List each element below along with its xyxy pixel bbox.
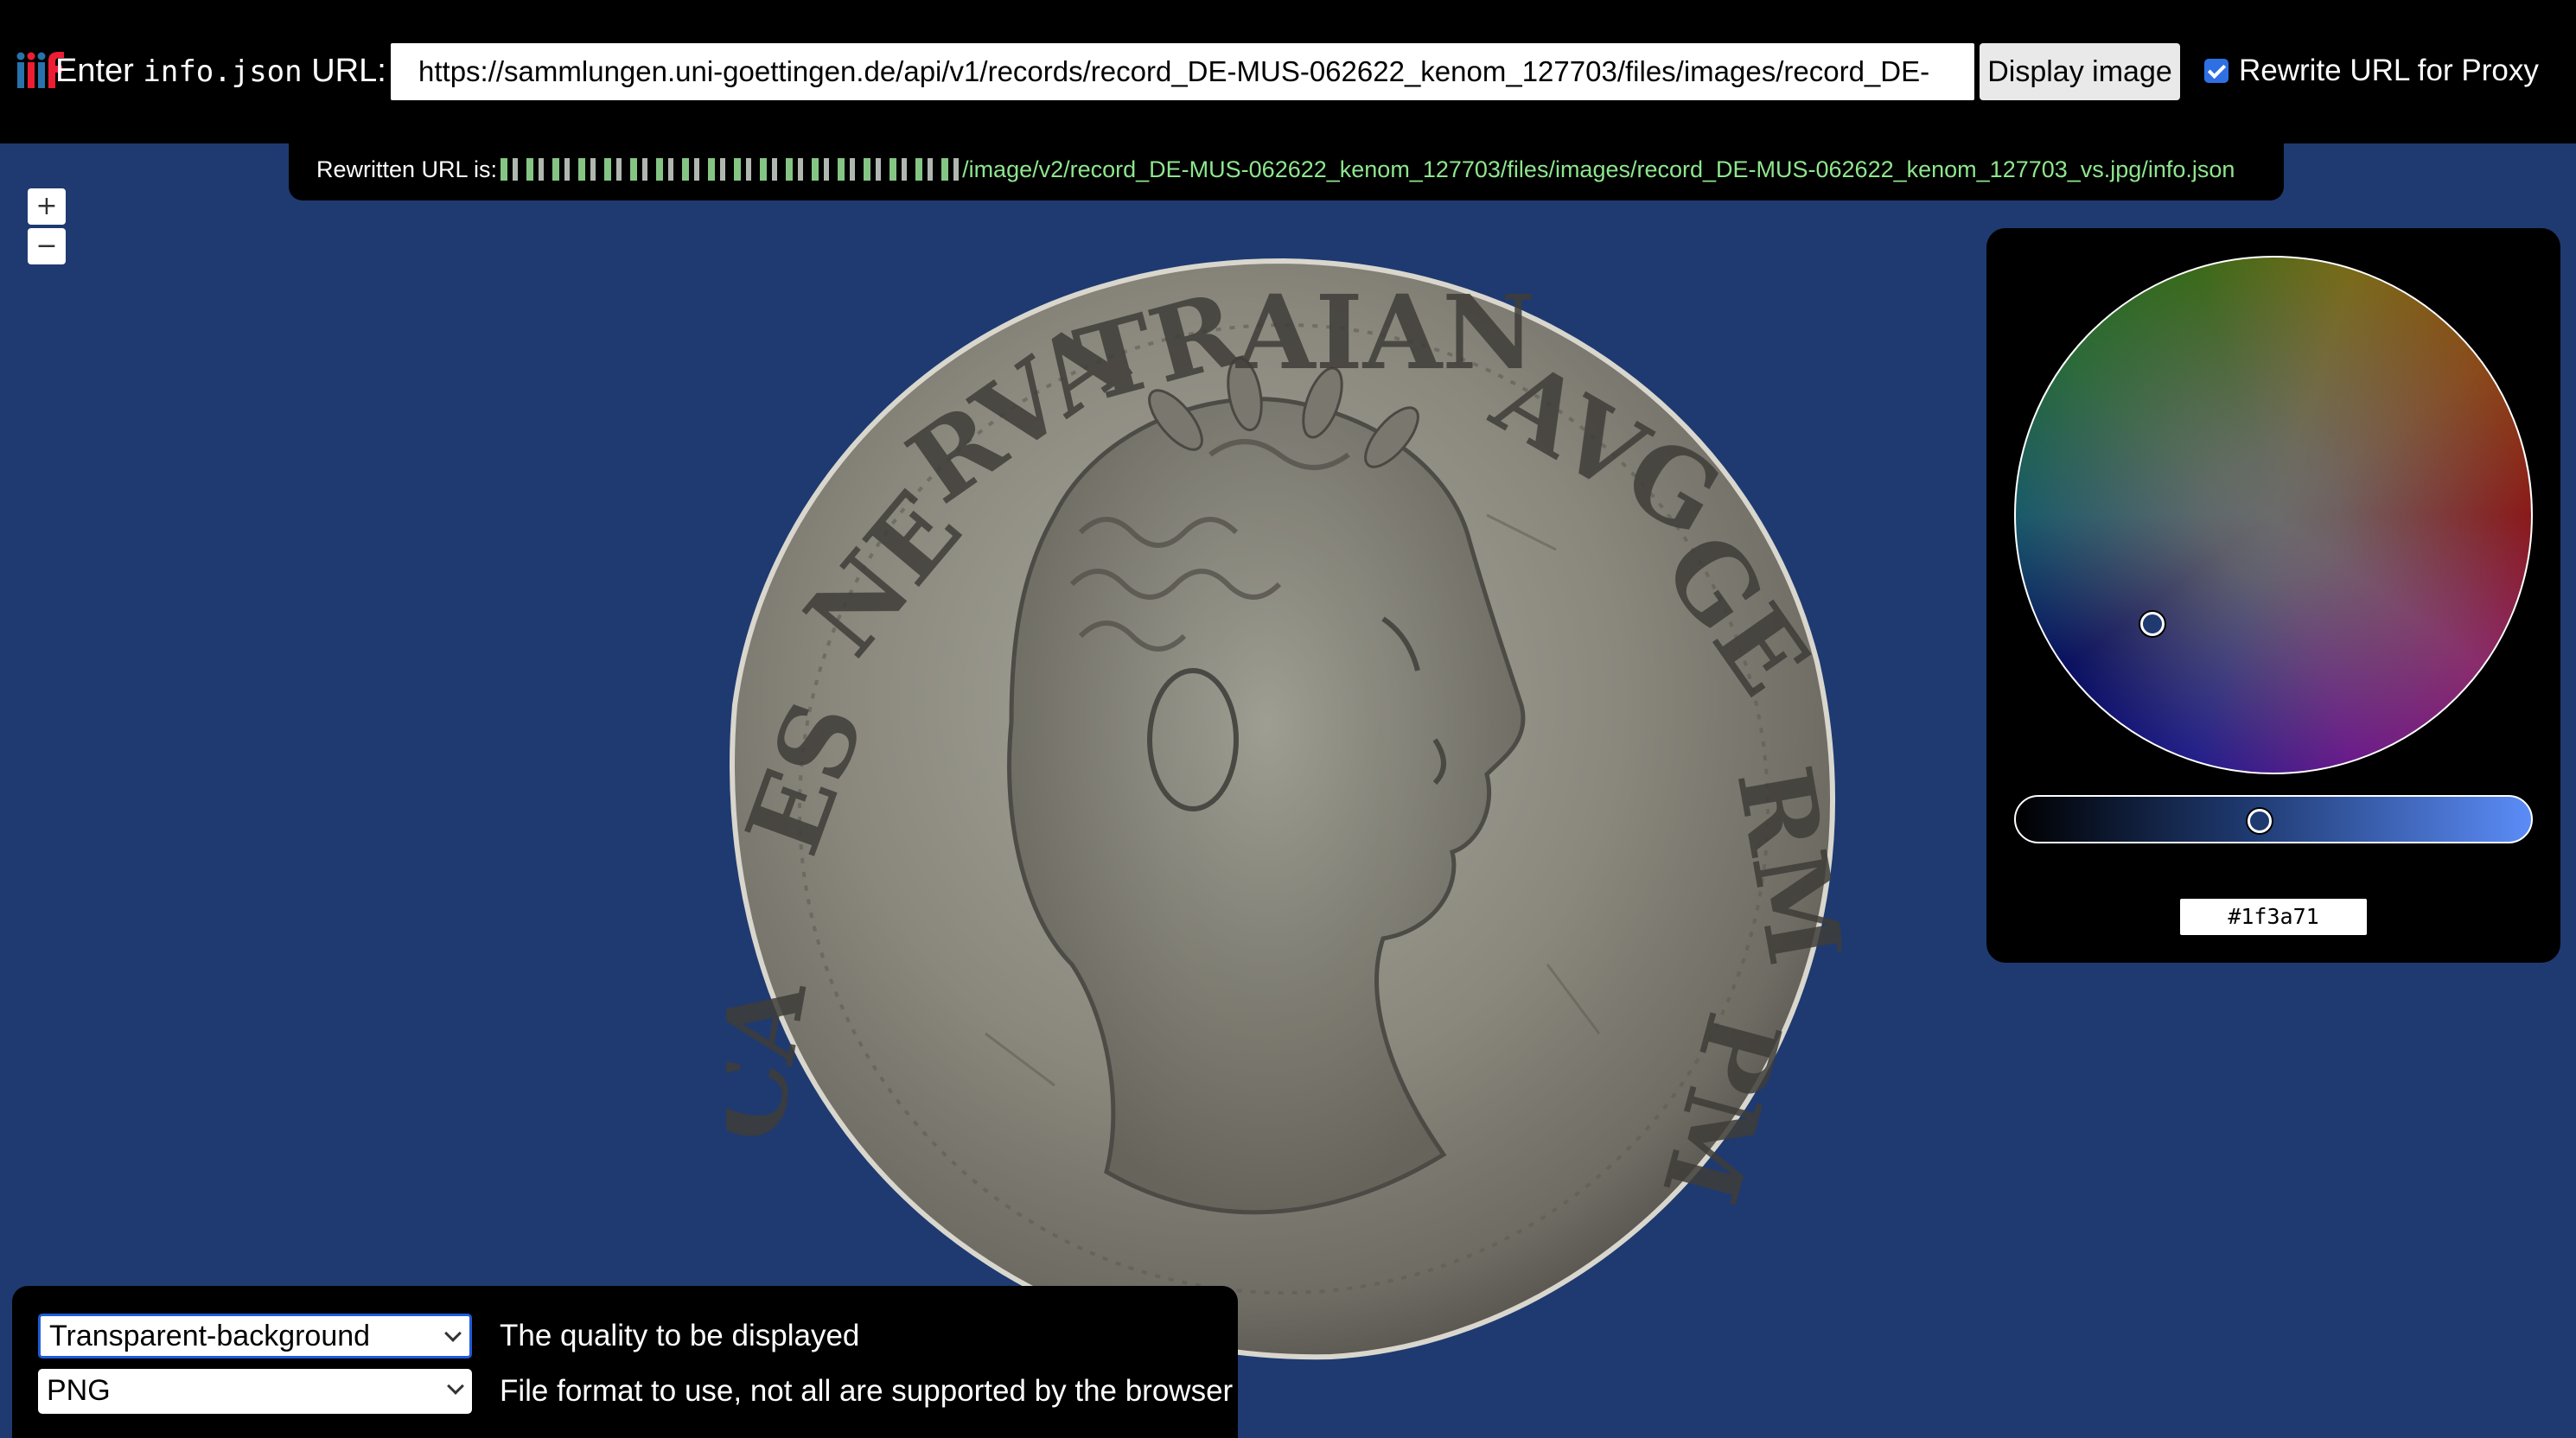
- quality-select[interactable]: Transparent-background: [38, 1314, 472, 1358]
- rewrite-proxy-checkbox[interactable]: [2204, 59, 2228, 83]
- color-picker-panel: #1f3a71: [1986, 228, 2560, 963]
- redacted-host: [501, 158, 960, 181]
- svg-text:CA: CA: [726, 970, 830, 1150]
- format-description: File format to use, not all are supporte…: [500, 1374, 1234, 1408]
- url-label-code: info.json: [143, 54, 303, 89]
- url-label-suffix: URL:: [311, 53, 386, 89]
- color-wheel[interactable]: [2014, 256, 2533, 774]
- top-bar: Enter info.json URL: https://sammlungen.…: [0, 0, 2576, 143]
- rewritten-url-prefix: Rewritten URL is:: [316, 156, 498, 182]
- brightness-slider-handle[interactable]: [2248, 809, 2272, 833]
- chevron-down-icon: [447, 1378, 464, 1395]
- url-label-prefix: Enter: [55, 53, 134, 89]
- info-json-url-input[interactable]: https://sammlungen.uni-goettingen.de/api…: [391, 43, 1974, 100]
- coin-image[interactable]: CA ES NE RVA TR AIAN AVG GE RM PM: [684, 256, 1866, 1362]
- quality-select-value: Transparent-background: [49, 1320, 371, 1352]
- coin-graphic: CA ES NE RVA TR AIAN AVG GE RM PM: [684, 258, 1866, 1360]
- svg-text:AIAN: AIAN: [1235, 272, 1535, 392]
- chevron-down-icon: [444, 1325, 462, 1342]
- hex-color-input[interactable]: #1f3a71: [2180, 899, 2367, 935]
- color-wheel-handle[interactable]: [2140, 612, 2165, 636]
- zoom-out-button[interactable]: −: [28, 228, 66, 264]
- rewritten-url-path: /image/v2/record_DE-MUS-062622_kenom_127…: [962, 156, 2235, 182]
- brightness-slider[interactable]: [2014, 795, 2533, 843]
- quality-description: The quality to be displayed: [500, 1319, 860, 1352]
- rewrite-proxy-label: Rewrite URL for Proxy: [2239, 54, 2539, 87]
- display-image-button[interactable]: Display image: [1980, 43, 2180, 100]
- image-options-panel: Transparent-background The quality to be…: [12, 1286, 1238, 1438]
- zoom-in-button[interactable]: +: [28, 188, 66, 225]
- format-select-value: PNG: [47, 1374, 111, 1407]
- url-field-label: Enter info.json URL:: [55, 50, 386, 92]
- format-select[interactable]: PNG: [38, 1369, 472, 1414]
- rewritten-url-bar: Rewritten URL is: /image/v2/record_DE-MU…: [289, 138, 2284, 200]
